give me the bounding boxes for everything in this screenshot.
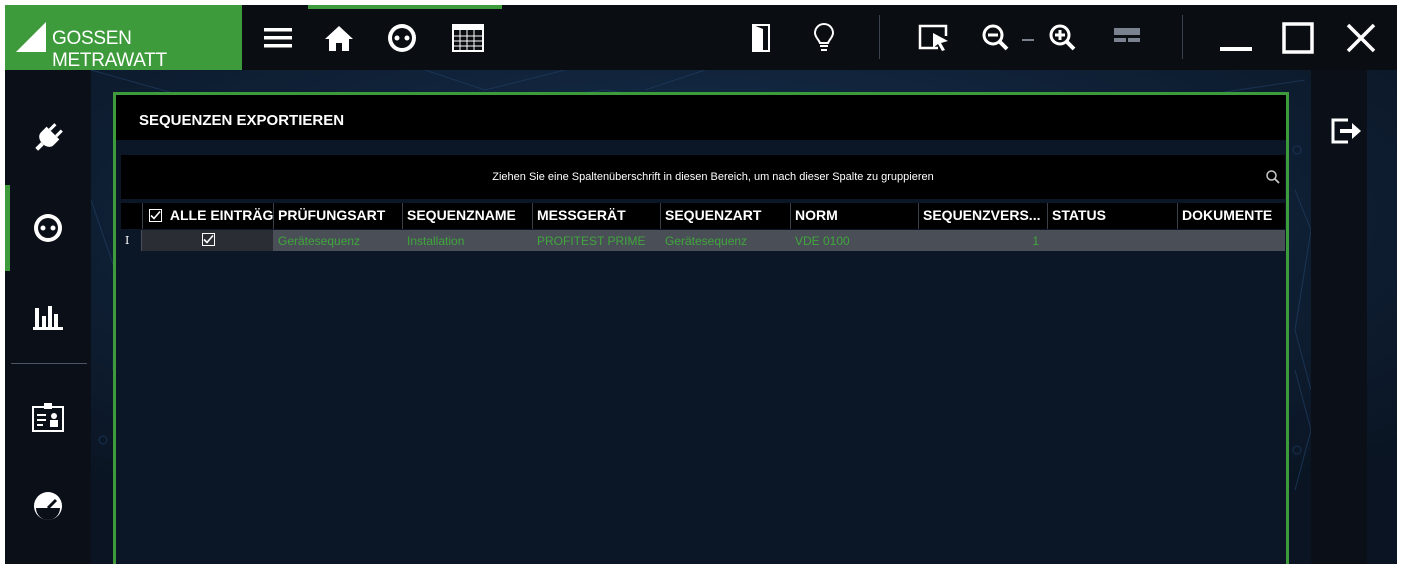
- select-button[interactable]: [904, 5, 964, 70]
- brand-name: GOSSEN METRAWATT: [52, 28, 167, 71]
- brand-logo: GOSSEN METRAWATT: [5, 5, 242, 71]
- logout-icon: [1331, 118, 1361, 144]
- search-icon[interactable]: [1265, 169, 1281, 185]
- logo-triangle-icon: [16, 22, 46, 52]
- socket-button[interactable]: [372, 5, 432, 70]
- lightbulb-icon: [813, 22, 835, 51]
- left-sidebar: [5, 70, 91, 564]
- cell-sequenzversion: 1: [1032, 234, 1039, 248]
- table-header: ALLE EINTRÄG PRÜFUNGSART SEQUENZNAME MES…: [121, 203, 1285, 229]
- sidebar-item-id-card[interactable]: [5, 377, 91, 457]
- grid-view-button[interactable]: [438, 5, 498, 70]
- grid-icon: [452, 23, 484, 52]
- column-header-status[interactable]: STATUS: [1047, 203, 1177, 229]
- panel-icon: [1114, 27, 1140, 42]
- group-by-hint: Ziehen Sie eine Spaltenüberschrift in di…: [492, 171, 934, 183]
- cell-messgeraet: PROFITEST PRIME: [537, 234, 646, 248]
- door-button[interactable]: [731, 5, 791, 70]
- cell-dokumente: [1177, 230, 1285, 251]
- plug-icon: [35, 123, 63, 151]
- id-card-icon: [32, 403, 64, 432]
- cell-sequenzart: Gerätesequenz: [665, 234, 748, 248]
- sidebar-item-socket[interactable]: [5, 188, 91, 268]
- group-by-panel[interactable]: Ziehen Sie eine Spaltenüberschrift in di…: [121, 155, 1285, 199]
- column-header-dokumente[interactable]: DOKUMENTE: [1177, 203, 1285, 229]
- row-indicator: I: [121, 230, 141, 251]
- column-header-pruefungsart[interactable]: PRÜFUNGSART: [273, 203, 402, 229]
- zoom-in-button[interactable]: [1034, 5, 1094, 70]
- column-header-select-all[interactable]: ALLE EINTRÄG: [142, 203, 273, 229]
- column-header-sequenzart[interactable]: SEQUENZART: [660, 203, 790, 229]
- home-button[interactable]: [309, 5, 369, 70]
- row-checkbox[interactable]: [202, 233, 215, 246]
- column-header-sequenzname[interactable]: SEQUENZNAME: [402, 203, 532, 229]
- sidebar-divider: [11, 363, 87, 364]
- column-header-sequenzversion[interactable]: SEQUENZVERS...: [918, 203, 1047, 229]
- close-button[interactable]: [1331, 5, 1391, 70]
- panel-button[interactable]: [1097, 5, 1157, 70]
- maximize-button[interactable]: [1268, 5, 1328, 70]
- close-icon: [1346, 23, 1376, 52]
- sidebar-item-gauge[interactable]: [5, 466, 91, 546]
- gauge-icon: [34, 492, 62, 520]
- sidebar-item-plug[interactable]: [5, 98, 91, 178]
- column-label-all-entries: ALLE EINTRÄG: [169, 207, 273, 223]
- select-all-checkbox[interactable]: [149, 208, 162, 222]
- title-bar: GOSSEN METRAWATT: [5, 5, 1397, 71]
- home-icon: [325, 25, 353, 51]
- lightbulb-button[interactable]: [794, 5, 854, 70]
- checkmark-icon: [203, 234, 214, 244]
- zoom-out-button[interactable]: [967, 5, 1027, 70]
- row-select-cell: [142, 230, 273, 251]
- export-sequences-dialog: SEQUENZEN EXPORTIEREN Ziehen Sie eine Sp…: [113, 92, 1289, 564]
- cell-norm: VDE 0100: [795, 234, 850, 248]
- zoom-in-icon: [1049, 24, 1076, 50]
- logout-button[interactable]: [1330, 117, 1370, 157]
- minimize-button[interactable]: [1206, 5, 1266, 70]
- column-header-messgeraet[interactable]: MESSGERÄT: [532, 203, 660, 229]
- titlebar-separator: [1182, 15, 1183, 59]
- menu-icon: [264, 27, 292, 47]
- socket-icon: [388, 23, 416, 52]
- table-row[interactable]: I Gerätesequenz Installation PROFITEST P…: [121, 230, 1285, 251]
- column-header-norm[interactable]: NORM: [790, 203, 918, 229]
- door-icon: [752, 23, 770, 52]
- maximize-icon: [1282, 21, 1314, 54]
- dialog-title: SEQUENZEN EXPORTIEREN: [116, 95, 1286, 140]
- bar-chart-icon: [33, 306, 63, 330]
- titlebar-separator: [879, 15, 880, 59]
- app-window: GOSSEN METRAWATT SEQUENZEN EXPORTIEREN Z…: [5, 5, 1397, 564]
- zoom-divider: [1022, 39, 1034, 41]
- cell-status: [1047, 230, 1177, 251]
- zoom-out-icon: [982, 24, 1009, 50]
- cell-sequenzname: Installation: [407, 234, 465, 248]
- checkmark-icon: [150, 210, 161, 220]
- socket-icon: [34, 214, 62, 242]
- sidebar-item-statistics[interactable]: [5, 276, 91, 356]
- minimize-icon: [1220, 46, 1252, 51]
- select-cursor-icon: [918, 24, 948, 51]
- menu-button[interactable]: [248, 5, 308, 70]
- cell-pruefungsart: Gerätesequenz: [278, 234, 361, 248]
